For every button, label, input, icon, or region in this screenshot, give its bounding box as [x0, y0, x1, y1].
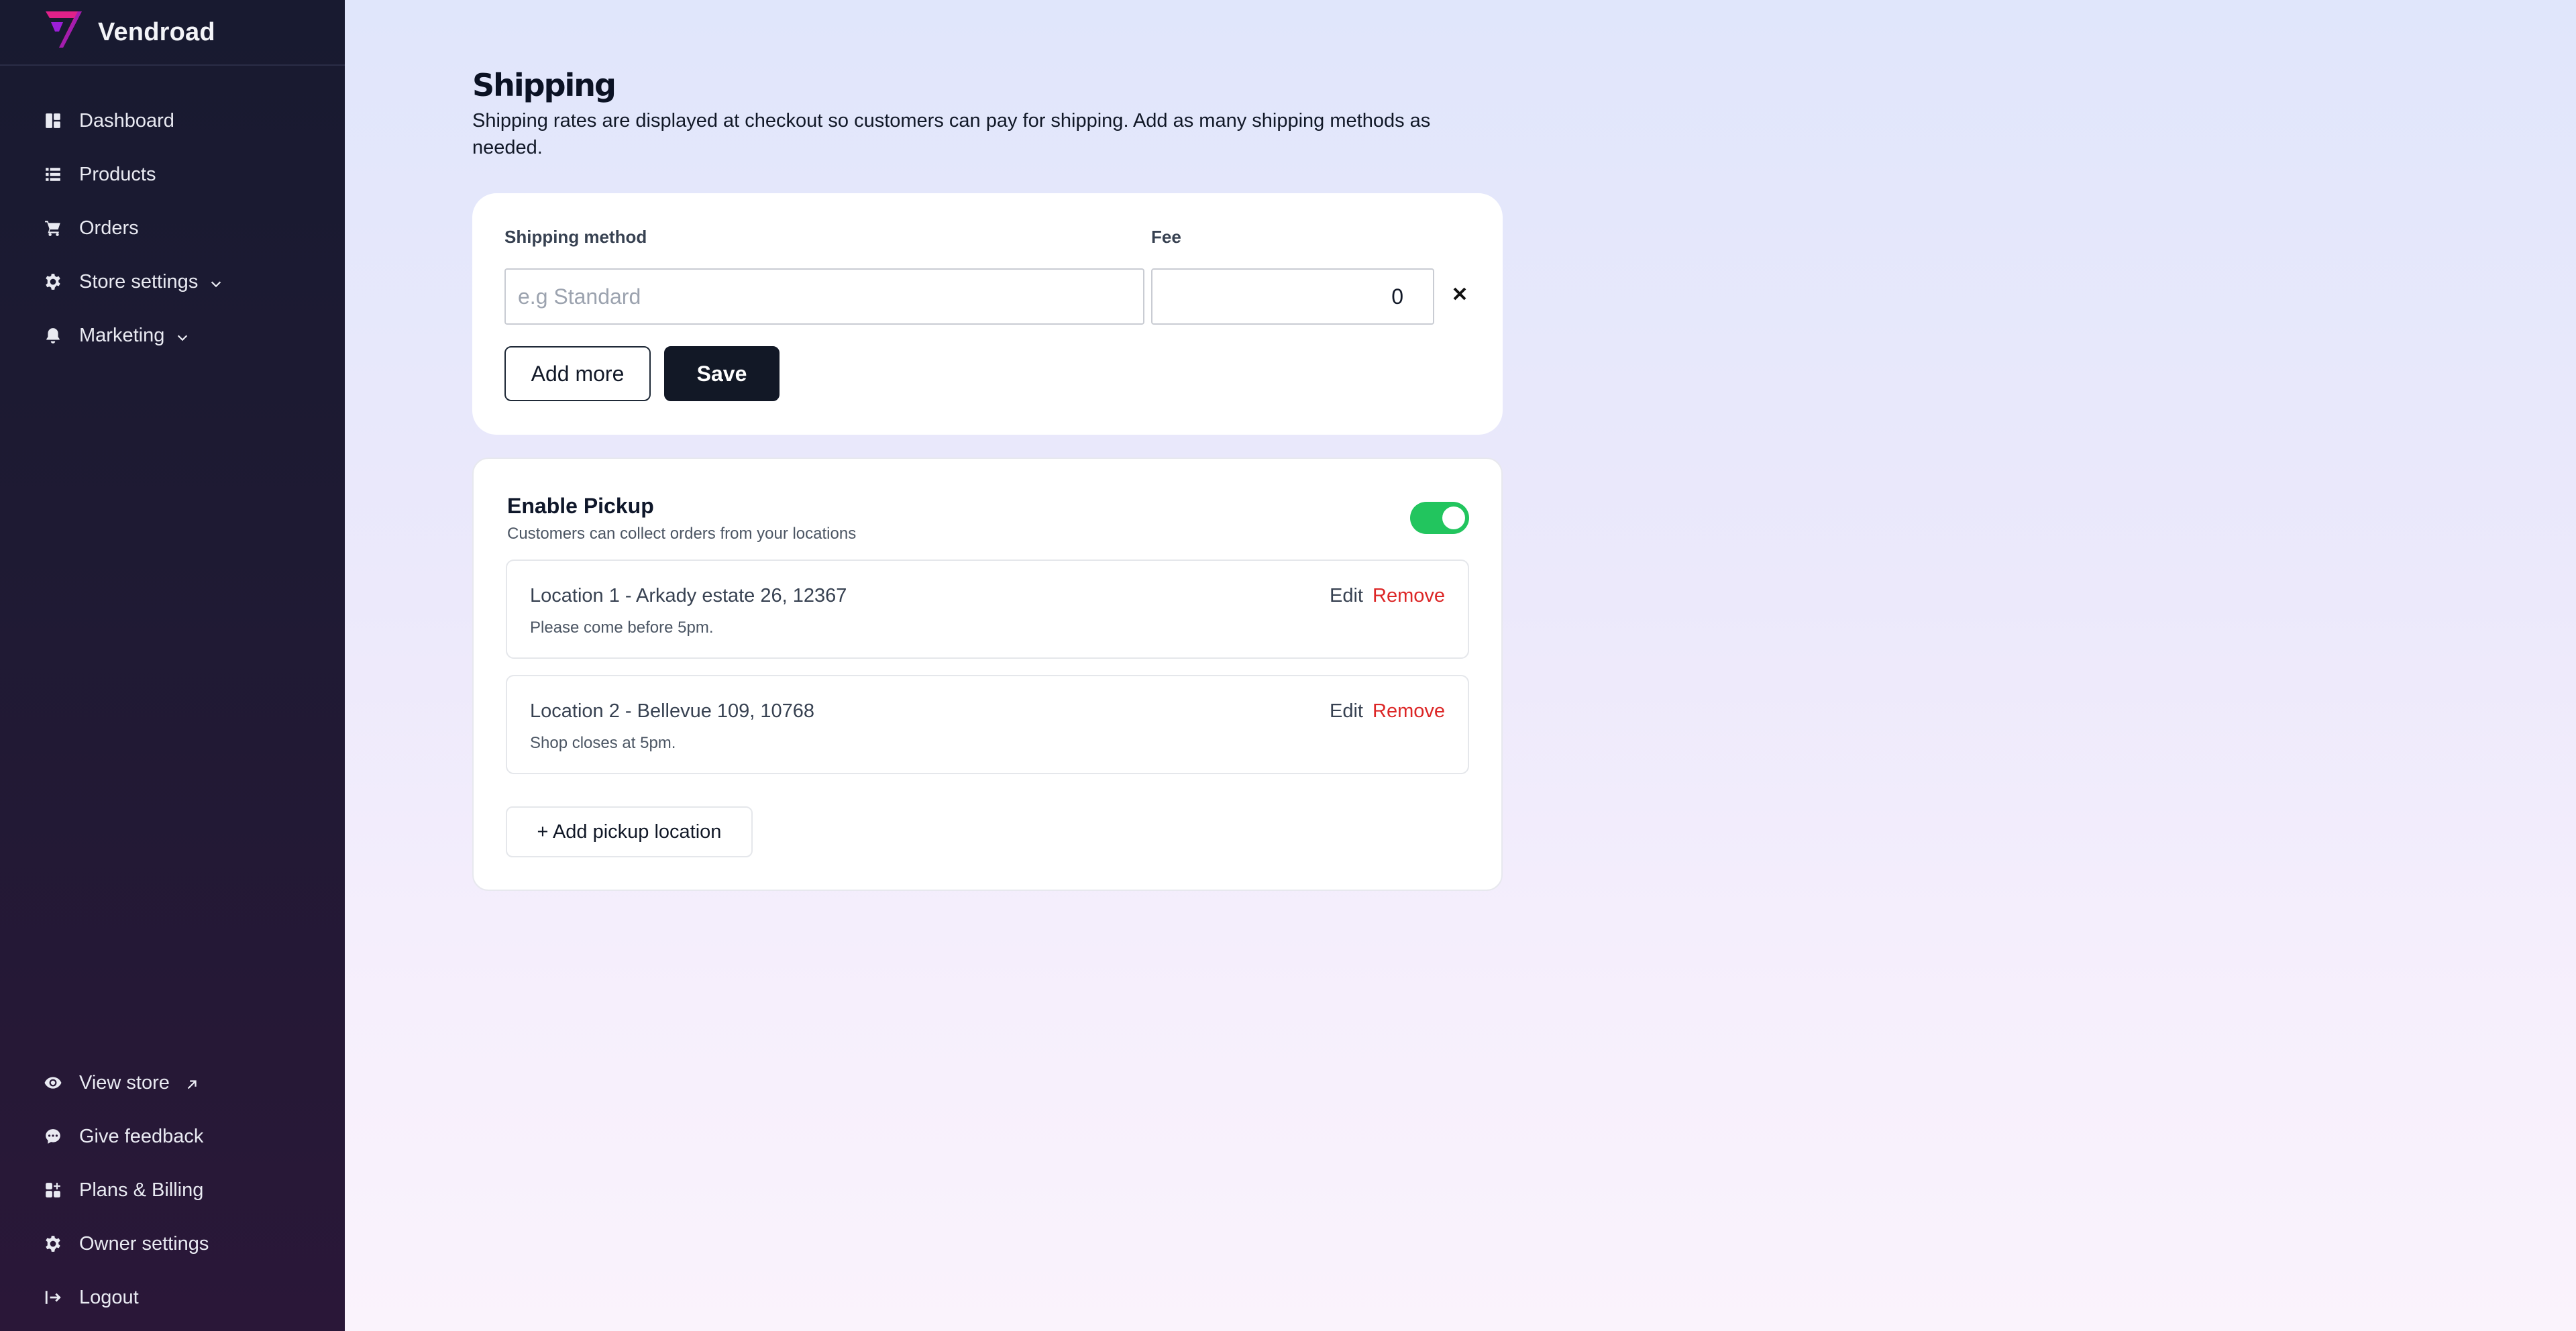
- vendroad-logo-icon: [46, 11, 82, 48]
- chat-bubble-icon: [44, 1128, 62, 1145]
- nav-label: View store: [79, 1071, 170, 1094]
- nav-item-dashboard[interactable]: Dashboard: [0, 94, 345, 148]
- edit-location-button[interactable]: Edit: [1330, 585, 1363, 607]
- location-title: Location 1 - Arkady estate 26, 12367: [530, 585, 847, 606]
- toggle-knob: [1442, 507, 1465, 529]
- cart-icon: [44, 219, 62, 237]
- bottom-nav: View store Give feedback Plans & Billing…: [0, 1056, 345, 1324]
- nav-label: Orders: [79, 217, 139, 239]
- pickup-location-item: Location 1 - Arkady estate 26, 12367 Ple…: [506, 560, 1469, 659]
- logout-icon: [44, 1289, 62, 1306]
- remove-location-button[interactable]: Remove: [1373, 700, 1445, 723]
- gear-icon: [44, 1235, 62, 1253]
- fee-input[interactable]: [1151, 268, 1434, 325]
- nav-item-logout[interactable]: Logout: [0, 1271, 345, 1324]
- sidebar: Vendroad Dashboard Products Orders Store…: [0, 0, 345, 1331]
- external-link-icon: [184, 1075, 199, 1090]
- pickup-subtitle: Customers can collect orders from your l…: [507, 525, 857, 543]
- page-description: Shipping rates are displayed at checkout…: [472, 110, 1431, 158]
- nav-label: Dashboard: [79, 109, 174, 131]
- shipping-method-input[interactable]: [504, 268, 1144, 325]
- nav-item-products[interactable]: Products: [0, 148, 345, 201]
- grid-plus-icon: [44, 1181, 62, 1199]
- pickup-title: Enable Pickup: [507, 494, 654, 518]
- remove-location-button[interactable]: Remove: [1373, 585, 1445, 607]
- main-nav: Dashboard Products Orders Store settings: [0, 66, 345, 362]
- nav-item-give-feedback[interactable]: Give feedback: [0, 1110, 345, 1163]
- save-button[interactable]: Save: [664, 346, 780, 401]
- nav-label: Plans & Billing: [79, 1179, 204, 1201]
- nav-label: Marketing: [79, 324, 165, 346]
- edit-location-button[interactable]: Edit: [1330, 700, 1363, 723]
- nav-item-owner-settings[interactable]: Owner settings: [0, 1217, 345, 1271]
- add-more-button[interactable]: Add more: [504, 346, 651, 401]
- nav-label: Give feedback: [79, 1125, 204, 1147]
- chevron-down-icon: [175, 328, 190, 343]
- brand[interactable]: Vendroad: [0, 0, 345, 66]
- location-note: Please come before 5pm.: [530, 619, 714, 637]
- dashboard-icon: [44, 112, 62, 129]
- pickup-location-item: Location 2 - Bellevue 109, 10768 Shop cl…: [506, 675, 1469, 774]
- brand-name: Vendroad: [98, 17, 215, 46]
- gear-icon: [44, 273, 62, 290]
- eye-icon: [44, 1074, 62, 1092]
- nav-label: Logout: [79, 1286, 139, 1308]
- enable-pickup-toggle[interactable]: [1410, 502, 1469, 534]
- nav-item-plans-billing[interactable]: Plans & Billing: [0, 1163, 345, 1217]
- nav-label: Store settings: [79, 270, 199, 292]
- nav-item-orders[interactable]: Orders: [0, 201, 345, 255]
- bell-icon: [44, 327, 62, 344]
- list-icon: [44, 166, 62, 183]
- close-icon[interactable]: [1446, 280, 1473, 307]
- nav-item-view-store[interactable]: View store: [0, 1056, 345, 1110]
- chevron-down-icon: [209, 274, 223, 289]
- shipping-methods-card: Shipping method Fee Add more Save: [472, 193, 1503, 435]
- shipping-method-label: Shipping method: [504, 227, 647, 247]
- page-title: Shipping: [472, 67, 616, 103]
- pickup-card: Enable Pickup Customers can collect orde…: [472, 458, 1503, 891]
- add-pickup-location-button[interactable]: + Add pickup location: [506, 806, 753, 857]
- nav-item-marketing[interactable]: Marketing: [0, 309, 345, 362]
- nav-label: Products: [79, 163, 156, 185]
- fee-label: Fee: [1151, 227, 1181, 247]
- location-note: Shop closes at 5pm.: [530, 734, 676, 752]
- nav-item-store-settings[interactable]: Store settings: [0, 255, 345, 309]
- location-title: Location 2 - Bellevue 109, 10768: [530, 700, 815, 722]
- nav-label: Owner settings: [79, 1232, 209, 1255]
